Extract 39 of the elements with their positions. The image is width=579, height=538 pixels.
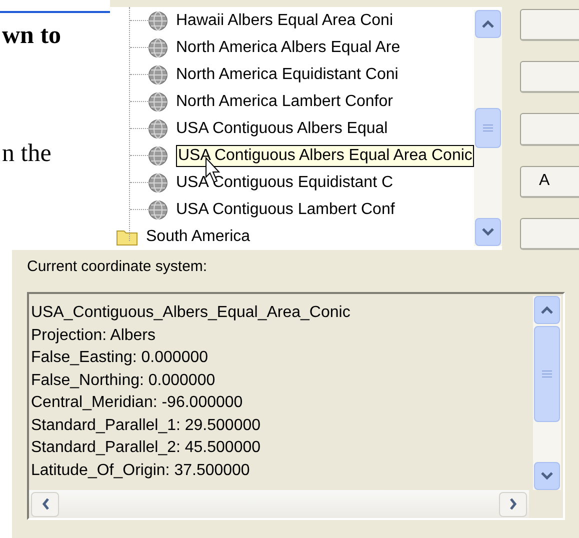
tree-item[interactable]: USA Contiguous Albers Equal [176,118,388,138]
tree-item[interactable]: USA Contiguous Equidistant C [176,172,394,192]
scroll-down-button[interactable] [475,218,502,246]
tree-item[interactable]: North America Equidistant Coni [176,64,398,84]
dialog-button[interactable] [520,113,579,146]
folder-icon [116,228,138,246]
document-text: n the [1,139,52,169]
tree-item[interactable]: USA Contiguous Albers Equal Area Conic [176,144,474,166]
detail-line: Central_Meridian: -96.000000 [31,393,243,413]
scroll-up-button[interactable] [534,296,560,324]
detail-line: Projection: Albers [31,326,156,346]
tree-item[interactable]: Hawaii Albers Equal Area Coni [176,10,394,30]
dialog-button[interactable] [520,61,579,94]
dialog-button[interactable] [520,218,579,250]
detail-line: USA_Contiguous_Albers_Equal_Area_Conic [31,303,350,323]
scroll-up-button[interactable] [475,10,502,38]
scroll-thumb[interactable] [475,108,502,148]
tree-item[interactable]: USA Contiguous Lambert Conf [176,200,395,220]
grip-icon [542,370,552,378]
detail-line: False_Northing: 0.000000 [31,370,216,390]
scroll-thumb[interactable] [534,326,560,422]
grip-icon [483,124,494,132]
tree-item[interactable]: South America [146,224,250,248]
tree-item[interactable]: North America Lambert Confor [176,92,393,112]
tree-item[interactable]: North America Albers Equal Are [176,38,400,58]
dialog-button[interactable]: A [520,166,579,198]
scrollbar[interactable] [474,10,502,246]
dialog-button[interactable] [520,9,579,42]
scroll-down-button[interactable] [534,462,560,490]
scroll-left-button[interactable] [31,492,59,516]
detail-line: False_Easting: 0.000000 [31,348,208,368]
detail-line: Standard_Parallel_1: 29.500000 [31,416,261,436]
document-text: wn to [1,21,62,51]
detail-line: Standard_Parallel_2: 45.500000 [31,438,261,458]
scrollbar[interactable] [533,296,561,490]
panel-label: Current coordinate system: [27,257,208,277]
horizontal-scrollbar[interactable] [29,490,529,518]
scroll-right-button[interactable] [499,492,527,516]
detail-line: Latitude_Of_Origin: 37.500000 [31,460,250,480]
